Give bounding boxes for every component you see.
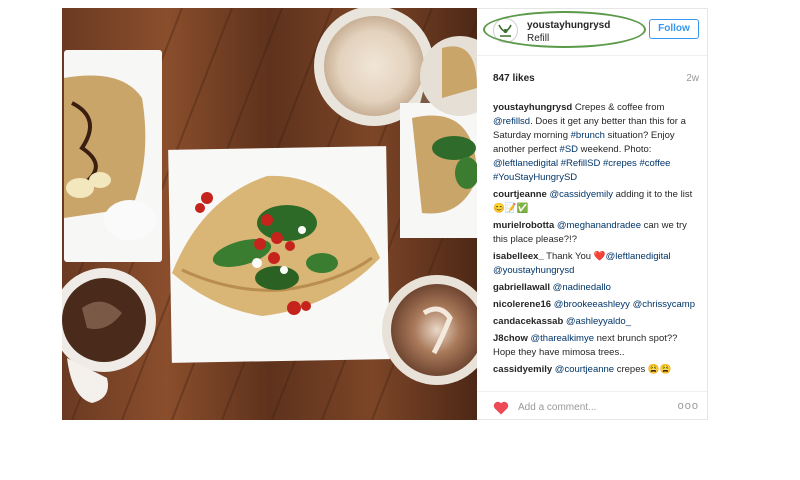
mention-link[interactable]: @refillsd [493, 116, 530, 127]
mention-link[interactable]: @meghanandradee [557, 220, 641, 231]
mention-link[interactable]: @leftlanedigital [606, 251, 671, 262]
hashtag-link[interactable]: #RefillSD [561, 158, 601, 169]
post-location[interactable]: Refill [527, 33, 549, 44]
comment-username[interactable]: gabriellawall [493, 282, 550, 293]
hashtag-link[interactable]: #YouStayHungrySD [493, 172, 577, 183]
post-sidebar: youstayhungrysd Refill Follow 847 likes … [477, 8, 708, 420]
comment-username[interactable]: cassidyemily [493, 364, 552, 375]
comment-footer: Add a comment... ooo [477, 391, 707, 422]
hashtag-link[interactable]: #SD [560, 144, 578, 155]
comment-item: nicolerene16 @brookeeashleyy @chrissycam… [493, 298, 698, 312]
comment-text: Thank You ❤️ [543, 251, 606, 262]
mention-link[interactable]: @chrissycamp [633, 299, 695, 310]
more-options-icon[interactable]: ooo [678, 400, 699, 412]
add-comment-input[interactable]: Add a comment... [518, 402, 596, 413]
comments-list[interactable]: youstayhungrysd Crepes & coffee from @re… [493, 101, 698, 383]
mention-link[interactable]: @ashleyyaldo_ [566, 316, 631, 327]
comment-item: candacekassab @ashleyyaldo_ [493, 315, 698, 329]
heart-icon[interactable] [493, 401, 509, 420]
comment-item: isabelleex_ Thank You ❤️@leftlanedigital… [493, 250, 698, 278]
comment-item: murielrobotta @meghanandradee can we try… [493, 219, 698, 247]
post-time-ago[interactable]: 2w [686, 73, 699, 84]
mention-link[interactable]: @cassidyemily [550, 189, 614, 200]
caption-username[interactable]: youstayhungrysd [493, 102, 572, 113]
youstayhungry-logo-icon[interactable] [493, 18, 518, 43]
mention-link[interactable]: @youstayhungrysd [493, 265, 574, 276]
post-username[interactable]: youstayhungrysd [527, 20, 610, 31]
comment-username[interactable]: courtjeanne [493, 189, 547, 200]
post-header: youstayhungrysd Refill Follow [477, 9, 707, 56]
comment-text: crepes 😩😩 [614, 364, 672, 375]
brunch-photo-image [62, 8, 477, 420]
comment-item: courtjeanne @cassidyemily adding it to t… [493, 188, 698, 216]
mention-link[interactable]: @leftlanedigital [493, 158, 558, 169]
hashtag-link[interactable]: #crepes [603, 158, 637, 169]
caption: youstayhungrysd Crepes & coffee from @re… [493, 102, 686, 183]
comment-username[interactable]: nicolerene16 [493, 299, 551, 310]
instagram-post: youstayhungrysd Refill Follow 847 likes … [62, 8, 708, 420]
comment-item: cassidyemily @courtjeanne crepes 😩😩 [493, 363, 698, 377]
hashtag-link[interactable]: #brunch [571, 130, 605, 141]
mention-link[interactable]: @nadinedallo [553, 282, 611, 293]
mention-link[interactable]: @brookeeashleyy [554, 299, 630, 310]
hashtag-link[interactable]: #coffee [639, 158, 670, 169]
comment-username[interactable]: J8chow [493, 333, 528, 344]
post-photo[interactable] [62, 8, 477, 420]
mention-link[interactable]: @courtjeanne [555, 364, 614, 375]
comment-username[interactable]: murielrobotta [493, 220, 554, 231]
comment-item: gabriellawall @nadinedallo [493, 281, 698, 295]
comment-username[interactable]: isabelleex_ [493, 251, 544, 262]
likes-count[interactable]: 847 likes [493, 73, 535, 84]
comment-item: J8chow @tharealkimye next brunch spot?? … [493, 332, 698, 360]
follow-button[interactable]: Follow [649, 19, 699, 39]
mention-link[interactable]: @tharealkimye [531, 333, 595, 344]
comment-username[interactable]: candacekassab [493, 316, 563, 327]
